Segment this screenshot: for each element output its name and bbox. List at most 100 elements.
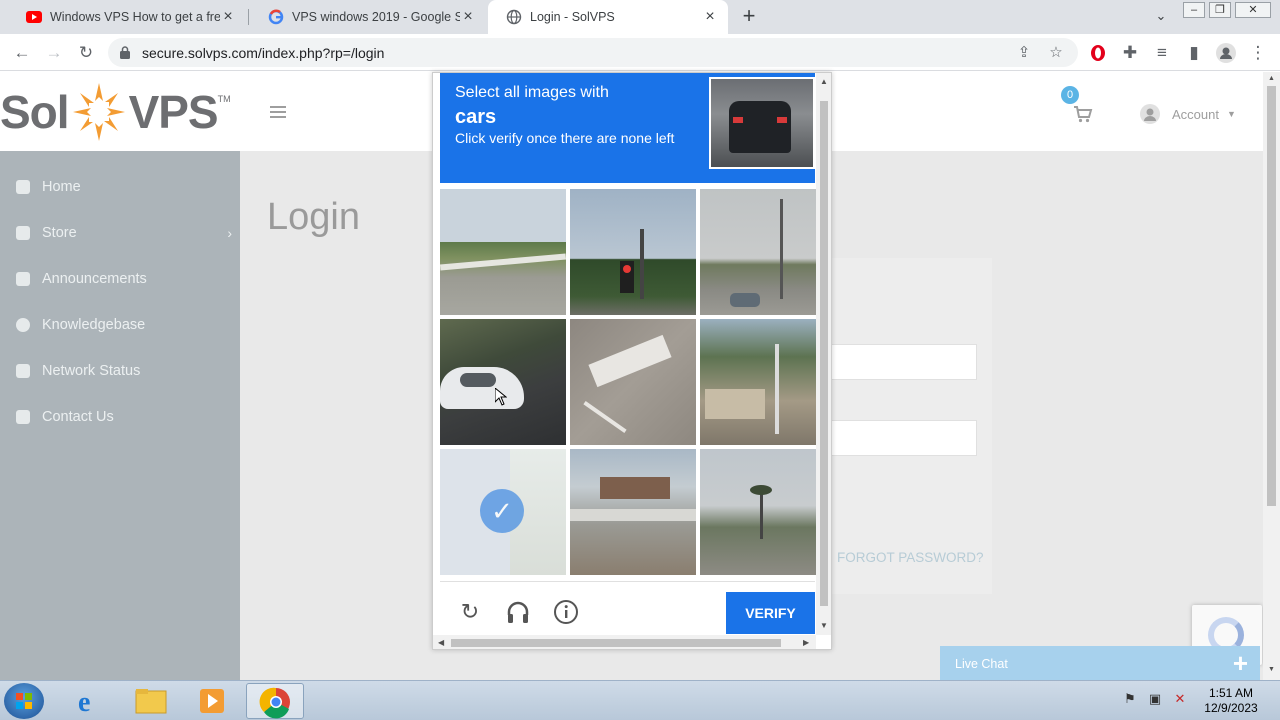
new-tab-button[interactable]: + — [738, 5, 760, 27]
lock-icon[interactable] — [120, 46, 130, 59]
scroll-right-arrow-icon[interactable]: ▶ — [803, 638, 809, 647]
svg-text:e: e — [78, 687, 90, 718]
file-explorer-icon[interactable] — [122, 683, 180, 719]
sample-car-image — [709, 77, 815, 169]
hamburger-menu-icon[interactable] — [270, 106, 286, 118]
challenge-hint: Click verify once there are none left — [455, 130, 675, 146]
captcha-tile-2[interactable] — [570, 189, 696, 315]
reload-icon[interactable]: ↻ — [74, 41, 98, 65]
menu-kebab-icon[interactable]: ⋮ — [1246, 41, 1270, 65]
email-field[interactable] — [830, 344, 977, 380]
close-tab-icon[interactable]: × — [702, 9, 718, 25]
reload-challenge-icon[interactable]: ↻ — [456, 598, 484, 626]
scrollbar-thumb[interactable] — [1267, 86, 1276, 506]
sidebar-item-store[interactable]: Store › — [16, 223, 232, 243]
account-menu[interactable]: Account ▼ — [1140, 104, 1236, 124]
scroll-up-arrow-icon[interactable]: ▲ — [820, 77, 828, 86]
scrollbar-thumb[interactable] — [451, 639, 781, 647]
challenge-footer: ↻ VERIFY — [440, 581, 815, 635]
sidebar-item-label: Store — [42, 225, 77, 241]
close-window-button[interactable]: ✕ — [1235, 2, 1271, 18]
sidebar-item-announcements[interactable]: Announcements — [16, 269, 232, 289]
scroll-down-arrow-icon[interactable]: ▼ — [820, 621, 828, 630]
sidebar-item-network-status[interactable]: Network Status — [16, 361, 232, 381]
address-bar[interactable]: secure.solvps.com/index.php?rp=/login ⇪ … — [108, 38, 1078, 67]
close-tab-icon[interactable]: × — [220, 9, 236, 25]
logo-trademark: TM — [217, 94, 231, 104]
verify-button[interactable]: VERIFY — [726, 592, 815, 634]
captcha-tile-3[interactable] — [700, 189, 826, 315]
challenge-horizontal-scrollbar[interactable]: ◀ ▶ — [433, 635, 816, 649]
mouse-cursor-icon — [495, 388, 507, 406]
tab-google[interactable]: VPS windows 2019 - Google Sea × — [250, 0, 486, 34]
forgot-password-link[interactable]: FORGOT PASSWORD? — [837, 550, 984, 565]
chrome-taskbar-icon[interactable] — [246, 683, 304, 719]
audio-headphones-icon[interactable] — [504, 598, 532, 626]
extensions-puzzle-icon[interactable]: ✚ — [1118, 41, 1142, 65]
network-icon[interactable]: ▣ — [1146, 691, 1164, 707]
media-list-icon[interactable]: ≡ — [1150, 41, 1174, 65]
sidebar-item-contact-us[interactable]: Contact Us — [16, 407, 232, 427]
captcha-tile-5[interactable] — [570, 319, 696, 445]
account-label: Account — [1172, 106, 1219, 122]
media-player-icon[interactable] — [184, 683, 242, 719]
captcha-tile-8[interactable] — [570, 449, 696, 575]
back-arrow-icon[interactable]: ← — [10, 41, 34, 65]
captcha-tile-4[interactable] — [440, 319, 566, 445]
sun-logo-icon — [72, 83, 125, 141]
start-button[interactable] — [4, 683, 44, 719]
info-circle-icon[interactable] — [552, 598, 580, 626]
sidebar: Home Store › Announcements Knowledgebase… — [0, 151, 240, 680]
google-icon — [268, 9, 284, 25]
sidebar-item-knowledgebase[interactable]: Knowledgebase — [16, 315, 232, 335]
tab-search-chevron-icon[interactable]: ⌄ — [1152, 8, 1170, 26]
side-panel-icon[interactable]: ▮ — [1182, 41, 1206, 65]
solvps-logo[interactable]: Sol VPS TM — [0, 76, 231, 148]
plus-icon[interactable]: + — [1233, 650, 1248, 676]
home-icon — [16, 180, 30, 194]
scroll-down-arrow-icon[interactable]: ▼ — [1267, 666, 1276, 673]
globe-icon — [506, 9, 522, 25]
forward-arrow-icon[interactable]: → — [42, 41, 66, 65]
live-chat-bar[interactable]: Live Chat + — [940, 646, 1260, 680]
restore-button[interactable]: ❐ — [1209, 2, 1231, 18]
clock-date: 12/9/2023 — [1204, 701, 1258, 715]
sidebar-item-home[interactable]: Home — [16, 177, 232, 197]
captcha-tile-1[interactable] — [440, 189, 566, 315]
challenge-instruction: Select all images with — [455, 84, 609, 101]
tab-separator — [248, 9, 249, 25]
share-icon[interactable]: ⇪ — [1014, 43, 1034, 63]
captcha-tile-9[interactable] — [700, 449, 826, 575]
windows-taskbar: e ⚑ ▣ ✕ 1:51 AM 12/9/2023 — [0, 680, 1280, 720]
challenge-vertical-scrollbar[interactable]: ▲ ▼ — [816, 73, 831, 635]
volume-muted-icon[interactable]: ✕ — [1171, 691, 1189, 707]
signal-icon — [16, 364, 30, 378]
shopping-cart-icon[interactable] — [1073, 105, 1093, 123]
system-clock[interactable]: 1:51 AM 12/9/2023 — [1196, 686, 1266, 716]
bookmark-star-icon[interactable]: ☆ — [1046, 43, 1066, 63]
page-title: Login — [267, 196, 360, 238]
captcha-tile-6[interactable] — [700, 319, 826, 445]
close-tab-icon[interactable]: × — [460, 9, 476, 25]
scroll-up-arrow-icon[interactable]: ▲ — [1267, 75, 1276, 82]
browser-tab-bar: Windows VPS How to get a free × VPS wind… — [0, 0, 1280, 34]
password-field[interactable] — [830, 420, 977, 456]
tab-youtube[interactable]: Windows VPS How to get a free × — [8, 0, 246, 34]
action-center-flag-icon[interactable]: ⚑ — [1121, 691, 1139, 707]
opera-extension-icon[interactable] — [1086, 41, 1110, 65]
challenge-target: cars — [455, 106, 497, 128]
page-scrollbar[interactable]: ▲ ▼ — [1263, 72, 1280, 680]
tab-title: Windows VPS How to get a free — [50, 10, 220, 24]
profile-avatar-icon[interactable] — [1214, 41, 1238, 65]
captcha-tile-7-selected[interactable]: ✓ — [440, 449, 566, 575]
scrollbar-thumb[interactable] — [820, 101, 828, 606]
tab-solvps-login[interactable]: Login - SolVPS × — [488, 0, 728, 34]
minimize-button[interactable]: – — [1183, 2, 1205, 18]
recaptcha-challenge: Select all images with cars Click verify… — [432, 72, 832, 650]
basket-icon — [16, 226, 30, 240]
caret-down-icon: ▼ — [1226, 109, 1236, 119]
scroll-left-arrow-icon[interactable]: ◀ — [438, 638, 444, 647]
envelope-icon — [16, 410, 30, 424]
internet-explorer-icon[interactable]: e — [60, 683, 118, 719]
clock-time: 1:51 AM — [1208, 686, 1254, 700]
